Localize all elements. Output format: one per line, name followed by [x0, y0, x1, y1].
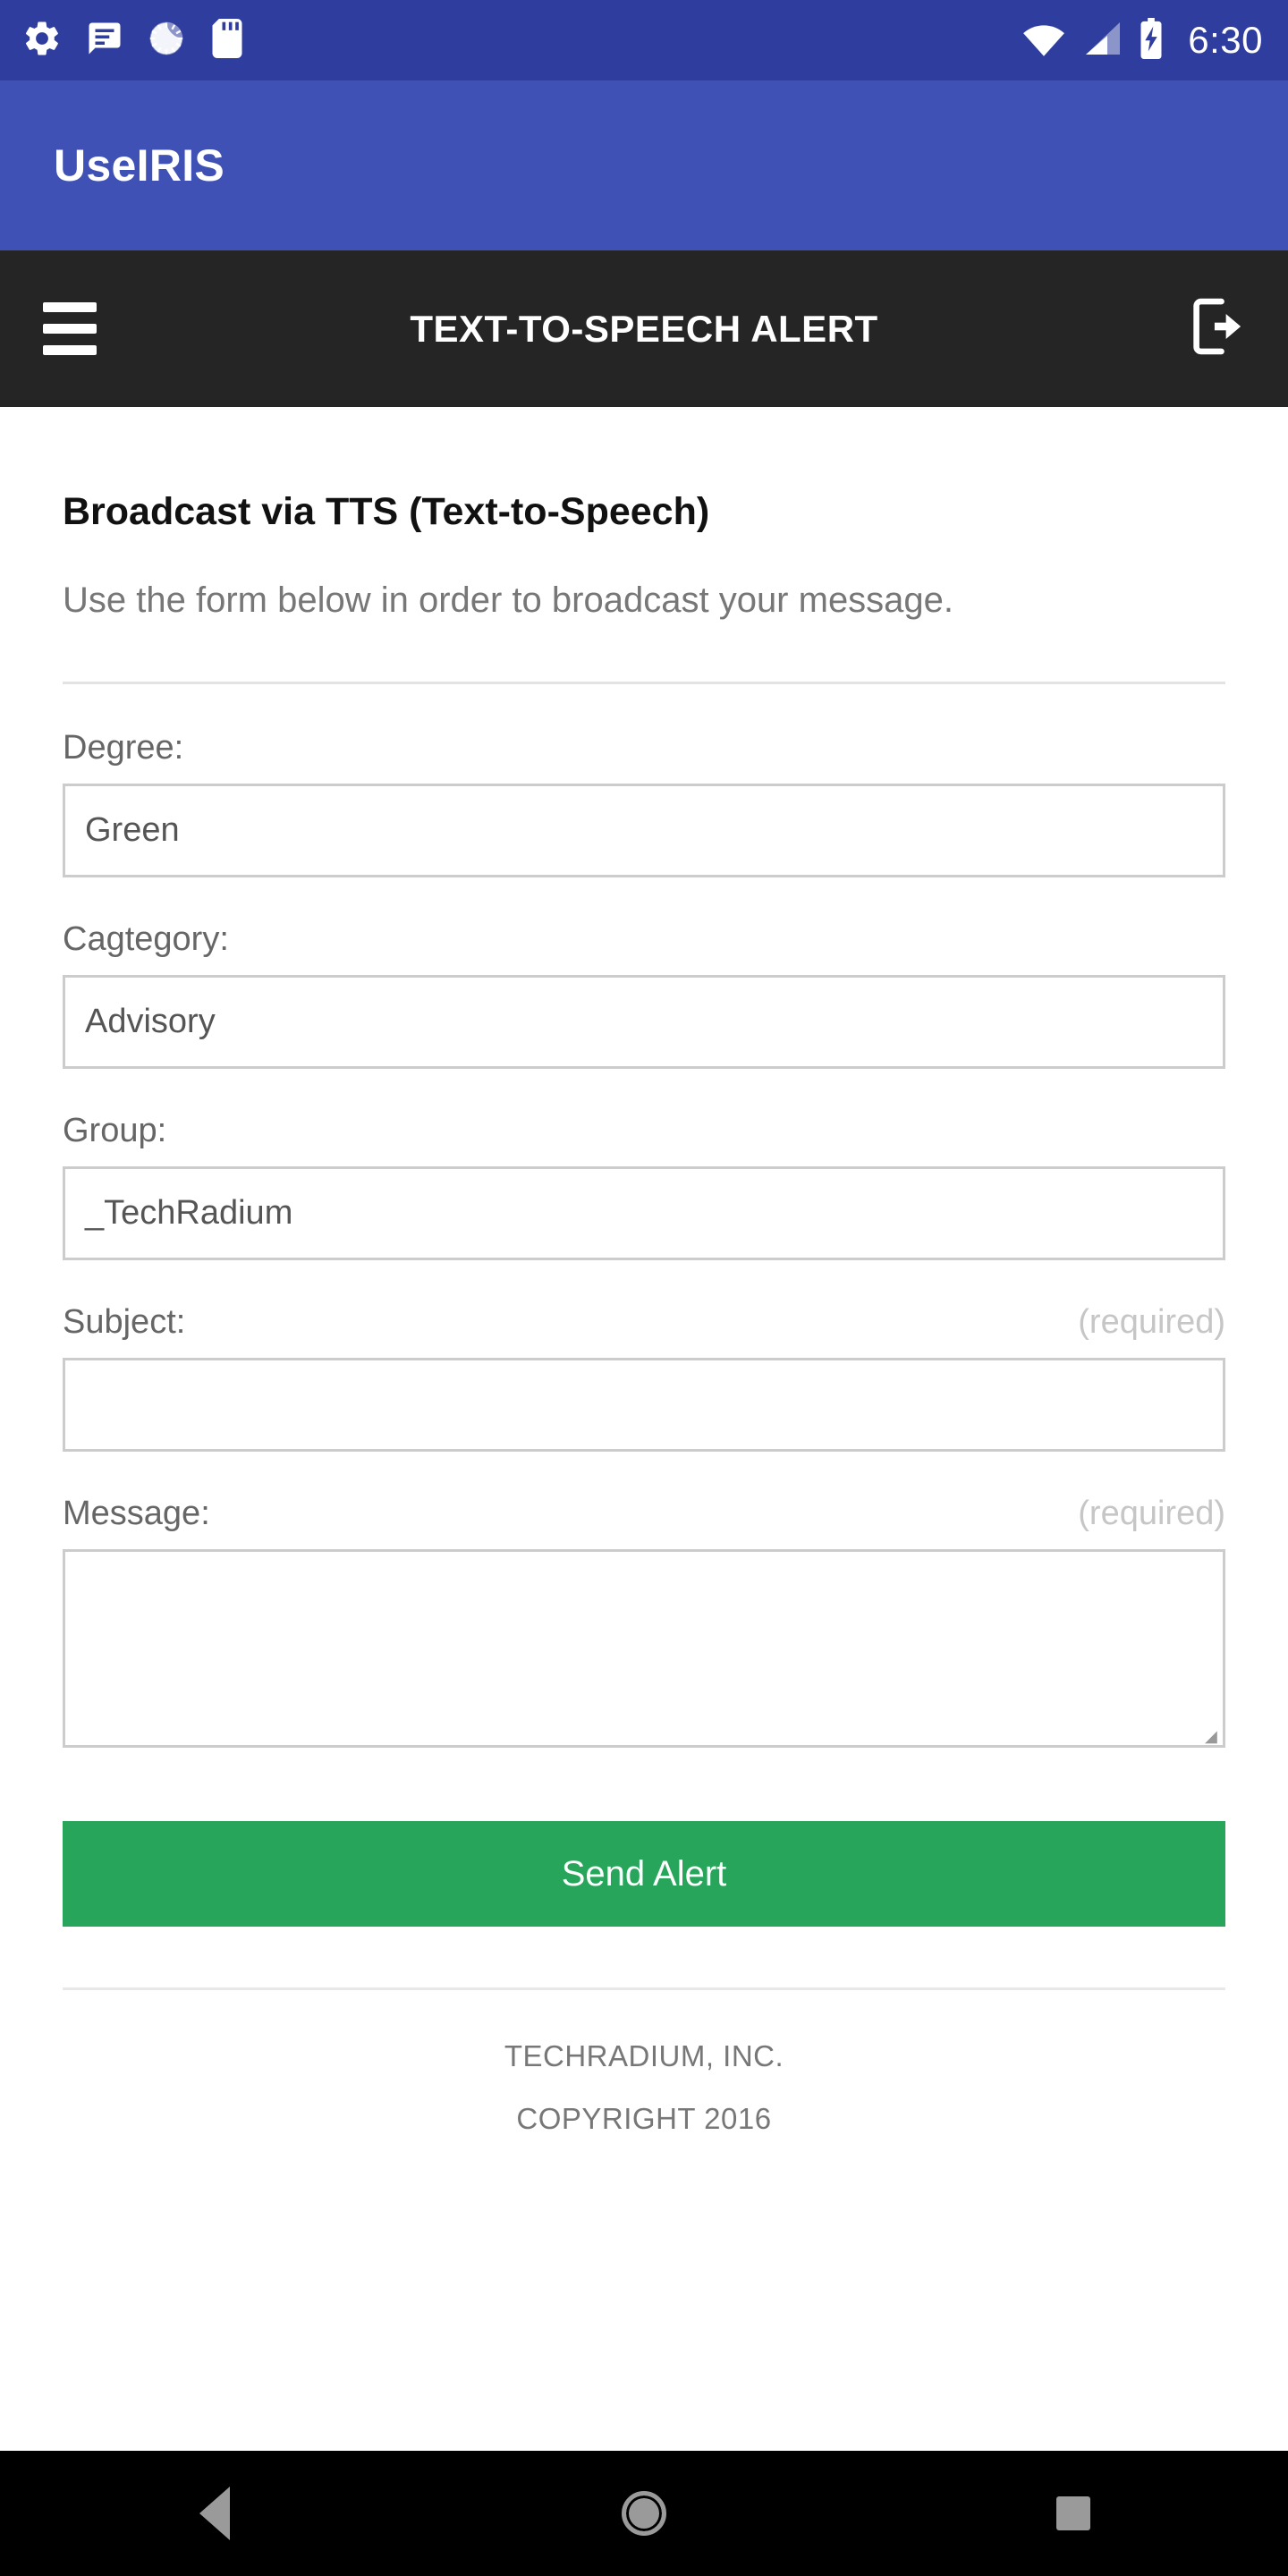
category-select[interactable]: Advisory: [63, 975, 1225, 1069]
top-divider: [63, 682, 1225, 684]
android-status-bar: 6:30: [0, 0, 1288, 80]
footer-divider: [63, 1987, 1225, 1990]
page-footer: TECHRADIUM, INC. COPYRIGHT 2016: [63, 2039, 1225, 2136]
page-content: Broadcast via TTS (Text-to-Speech) Use t…: [0, 407, 1288, 2136]
page-title: Broadcast via TTS (Text-to-Speech): [63, 490, 710, 533]
subject-input[interactable]: [63, 1358, 1225, 1452]
message-textarea[interactable]: ◢: [63, 1549, 1225, 1748]
status-bar-system-icons: 6:30: [1021, 17, 1263, 64]
home-icon[interactable]: [555, 2451, 733, 2576]
logout-icon[interactable]: [1191, 297, 1247, 360]
form-field-subject: Subject: (required): [63, 1303, 1225, 1452]
cellular-signal-icon: [1082, 20, 1122, 62]
field-required-note: (required): [1078, 1495, 1225, 1532]
field-label: Cagtegory:: [63, 920, 229, 958]
degree-select[interactable]: Green: [63, 784, 1225, 877]
field-label: Degree:: [63, 729, 184, 767]
form-field-degree: Degree: Green: [63, 729, 1225, 877]
page-toolbar-title: TEXT-TO-SPEECH ALERT: [410, 307, 878, 350]
form-field-message: Message: (required) ◢: [63, 1495, 1225, 1748]
hamburger-menu-icon[interactable]: [43, 302, 97, 355]
field-value: _TechRadium: [85, 1194, 293, 1232]
page-toolbar: TEXT-TO-SPEECH ALERT: [0, 250, 1288, 407]
textarea-resize-handle[interactable]: ◢: [1205, 1728, 1219, 1744]
loading-spinner-icon: [147, 19, 186, 63]
sd-card-icon: [209, 18, 245, 63]
group-select[interactable]: _TechRadium: [63, 1166, 1225, 1260]
field-value: Green: [85, 811, 180, 849]
message-icon: [86, 20, 123, 62]
field-value: Advisory: [85, 1003, 216, 1040]
field-label: Group:: [63, 1112, 167, 1149]
back-icon[interactable]: [125, 2451, 304, 2576]
send-alert-button[interactable]: Send Alert: [63, 1821, 1225, 1927]
app-screen: 6:30 UseIRIS TEXT-TO-SPEECH ALERT Broadc…: [0, 0, 1288, 2576]
app-brand-bar: UseIRIS: [0, 80, 1288, 250]
android-navigation-bar: [0, 2451, 1288, 2576]
status-bar-notification-icons: [21, 18, 245, 64]
recents-icon[interactable]: [984, 2451, 1163, 2576]
footer-copyright: COPYRIGHT 2016: [516, 2102, 772, 2135]
form-field-group: Group: _TechRadium: [63, 1112, 1225, 1260]
field-required-note: (required): [1078, 1303, 1225, 1341]
form-field-category: Cagtegory: Advisory: [63, 920, 1225, 1069]
wifi-icon: [1021, 20, 1066, 62]
field-label: Message:: [63, 1495, 210, 1532]
battery-charging-icon: [1138, 17, 1165, 64]
app-title: UseIRIS: [54, 140, 225, 191]
status-bar-clock: 6:30: [1188, 19, 1263, 61]
settings-gear-icon: [21, 18, 63, 64]
page-subtitle: Use the form below in order to broadcast…: [63, 580, 954, 620]
field-label: Subject:: [63, 1303, 186, 1341]
footer-company: TECHRADIUM, INC.: [504, 2039, 784, 2072]
